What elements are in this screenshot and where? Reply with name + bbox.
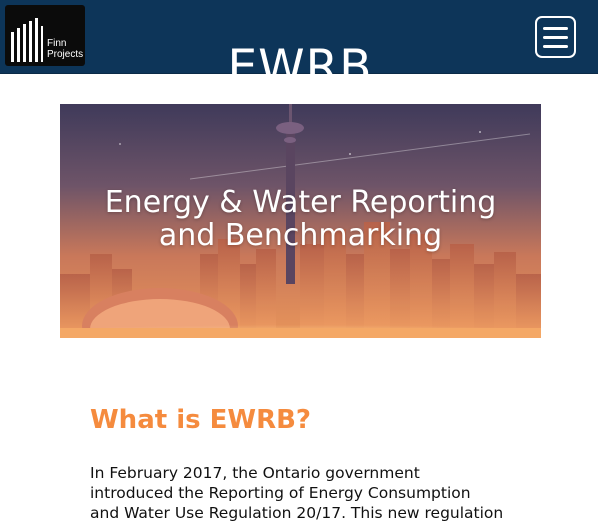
logo-line-2: Projects: [47, 49, 84, 60]
hamburger-menu-icon: [543, 27, 568, 48]
section-heading: What is EWRB?: [90, 405, 312, 435]
finn-projects-logo[interactable]: Finn Projects: [5, 5, 85, 66]
intro-paragraph: In February 2017, the Ontario government…: [90, 463, 520, 523]
paragraph-line-3: and Water Use Regulation 20/17. This new…: [90, 504, 504, 522]
paragraph-line-2: introduced the Reporting of Energy Consu…: [90, 484, 471, 502]
menu-button[interactable]: [535, 16, 576, 58]
site-title: EWRB: [227, 40, 373, 96]
building-bars-icon: [11, 18, 43, 62]
paragraph-line-1: In February 2017, the Ontario government: [90, 464, 420, 482]
hero-title: Energy & Water Reporting and Benchmarkin…: [60, 186, 541, 252]
hero-banner: Energy & Water Reporting and Benchmarkin…: [60, 104, 541, 338]
site-header: Finn Projects EWRB: [0, 0, 598, 95]
hero-title-line-2: and Benchmarking: [158, 218, 443, 253]
logo-wordmark: Finn Projects: [47, 38, 85, 60]
hero-title-line-1: Energy & Water Reporting: [104, 185, 497, 220]
logo-line-1: Finn: [47, 38, 67, 49]
